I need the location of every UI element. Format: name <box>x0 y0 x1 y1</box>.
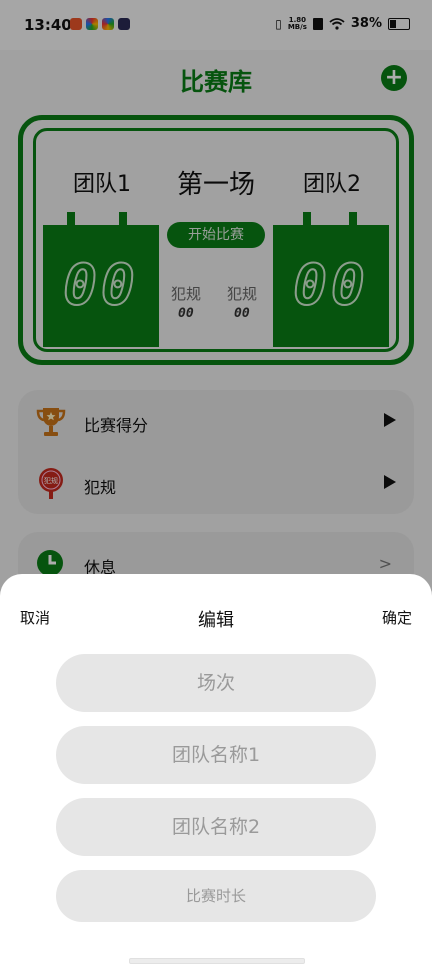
confirm-button[interactable]: 确定 <box>382 607 412 628</box>
sheet-title: 编辑 <box>198 610 234 631</box>
match-duration-input[interactable] <box>56 870 376 922</box>
team1-name-input[interactable] <box>56 726 376 784</box>
team2-name-input[interactable] <box>56 798 376 856</box>
edit-bottom-sheet: 取消 编辑 确定 <box>0 574 432 964</box>
round-input[interactable] <box>56 654 376 712</box>
home-indicator <box>129 958 305 964</box>
